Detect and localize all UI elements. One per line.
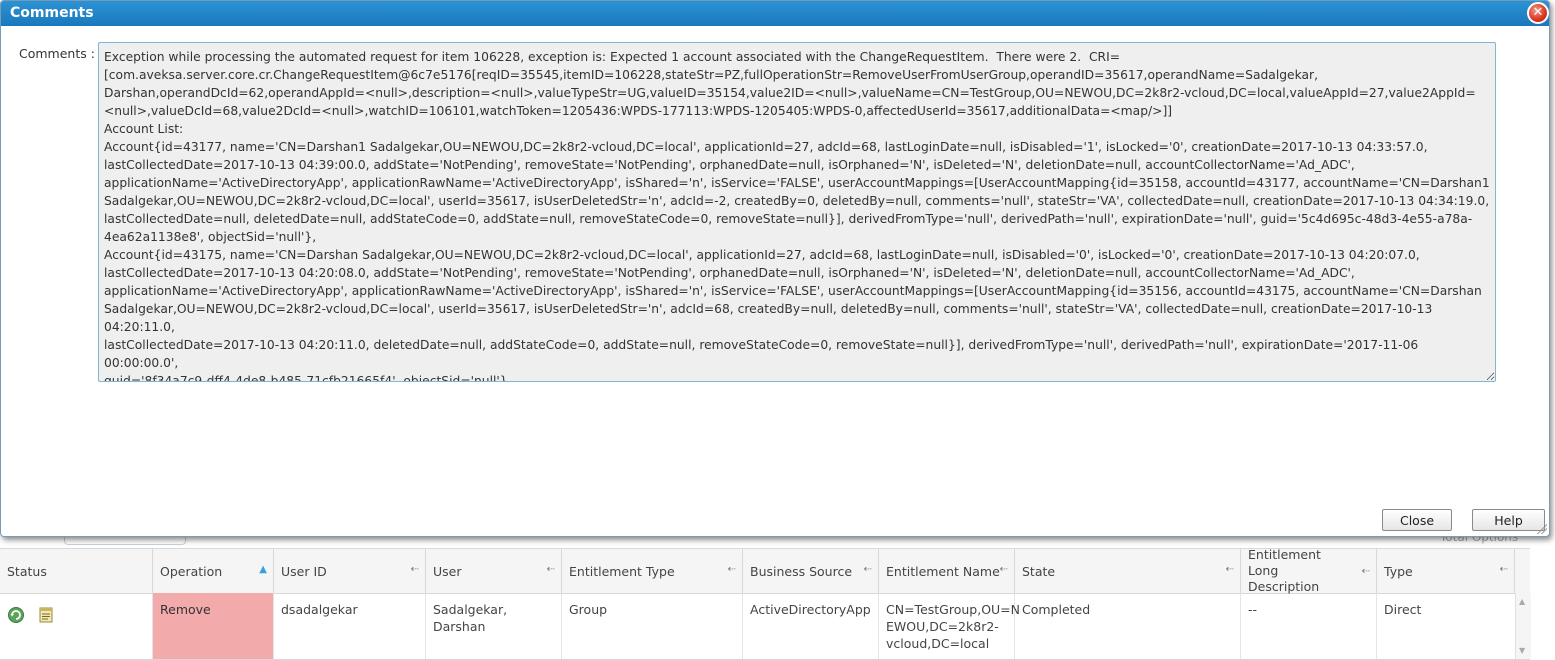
- background-tab: [64, 536, 186, 545]
- business-source-cell: ActiveDirectoryApp: [743, 593, 879, 659]
- column-operation[interactable]: Operation ▲: [153, 549, 274, 593]
- column-state[interactable]: State ⇠: [1015, 549, 1241, 593]
- column-user[interactable]: User ⇠: [426, 549, 562, 593]
- column-type-label: Type: [1384, 563, 1413, 579]
- table-row[interactable]: Remove dsadalgekar Sadalgekar, Darshan G…: [0, 593, 1530, 660]
- column-user-id-label: User ID: [281, 563, 327, 579]
- column-status-label: Status: [7, 563, 47, 579]
- sort-icon[interactable]: ⇠: [1500, 564, 1508, 575]
- notes-icon[interactable]: [37, 606, 55, 624]
- sort-icon[interactable]: ⇠: [411, 564, 419, 575]
- column-business-source[interactable]: Business Source ⇠: [743, 549, 879, 593]
- scroll-up-icon[interactable]: ▲: [1519, 597, 1525, 606]
- sort-icon[interactable]: ⇠: [864, 564, 872, 575]
- column-user-label: User: [433, 563, 462, 579]
- comments-textarea[interactable]: Exception while processing the automated…: [98, 42, 1496, 382]
- column-entitlement-type[interactable]: Entitlement Type ⇠: [562, 549, 743, 593]
- status-cell: [0, 593, 153, 659]
- operation-cell: Remove: [153, 593, 274, 659]
- scroll-down-icon[interactable]: ▼: [1519, 646, 1525, 655]
- entitlement-long-description-cell: --: [1241, 593, 1377, 659]
- column-entitlement-type-label: Entitlement Type: [569, 563, 675, 579]
- entitlement-name-cell: CN=TestGroup,OU=N EWOU,DC=2k8r2- vcloud,…: [879, 593, 1020, 659]
- sort-ascending-icon[interactable]: ▲: [259, 564, 267, 575]
- column-entitlement-long-description-label: Entitlement Long Description: [1248, 547, 1321, 594]
- column-entitlement-name[interactable]: Entitlement Name ⇠: [879, 549, 1015, 593]
- sort-icon[interactable]: ⇠: [1000, 564, 1008, 575]
- column-entitlement-name-label: Entitlement Name: [886, 563, 1000, 579]
- user-cell: Sadalgekar, Darshan: [426, 593, 562, 659]
- comments-dialog: Comments ✕ Comments : Exception while pr…: [0, 0, 1550, 537]
- help-button[interactable]: Help: [1472, 509, 1545, 531]
- type-cell: Direct: [1384, 602, 1422, 617]
- sort-icon[interactable]: ⇠: [1362, 564, 1370, 580]
- state-cell: Completed: [1015, 593, 1241, 659]
- column-user-id[interactable]: User ID ⇠: [274, 549, 426, 593]
- column-entitlement-long-description[interactable]: Entitlement Long Description ⇠: [1241, 547, 1377, 594]
- column-type[interactable]: Type ⇠: [1377, 549, 1515, 593]
- column-state-label: State: [1022, 563, 1056, 579]
- entitlement-type-cell: Group: [562, 593, 743, 659]
- close-icon[interactable]: ✕: [1527, 2, 1549, 24]
- column-operation-label: Operation: [160, 563, 223, 579]
- sort-icon[interactable]: ⇠: [728, 564, 736, 575]
- column-business-source-label: Business Source: [750, 563, 853, 579]
- table-scrollbar[interactable]: ▲ ▼: [1515, 593, 1531, 659]
- close-button[interactable]: Close: [1382, 509, 1452, 531]
- dialog-title: Comments: [10, 5, 94, 21]
- sort-icon[interactable]: ⇠: [547, 564, 555, 575]
- refresh-status-icon[interactable]: [7, 606, 25, 624]
- dialog-titlebar[interactable]: Comments ✕: [1, 1, 1549, 26]
- column-status[interactable]: Status: [0, 549, 153, 593]
- resize-grip-icon[interactable]: [1537, 524, 1547, 534]
- comments-label: Comments :: [19, 46, 95, 61]
- table-header: Status Operation ▲ User ID ⇠ User ⇠ Enti…: [0, 547, 1530, 594]
- sort-icon[interactable]: ⇠: [1226, 564, 1234, 575]
- user-id-cell: dsadalgekar: [274, 593, 426, 659]
